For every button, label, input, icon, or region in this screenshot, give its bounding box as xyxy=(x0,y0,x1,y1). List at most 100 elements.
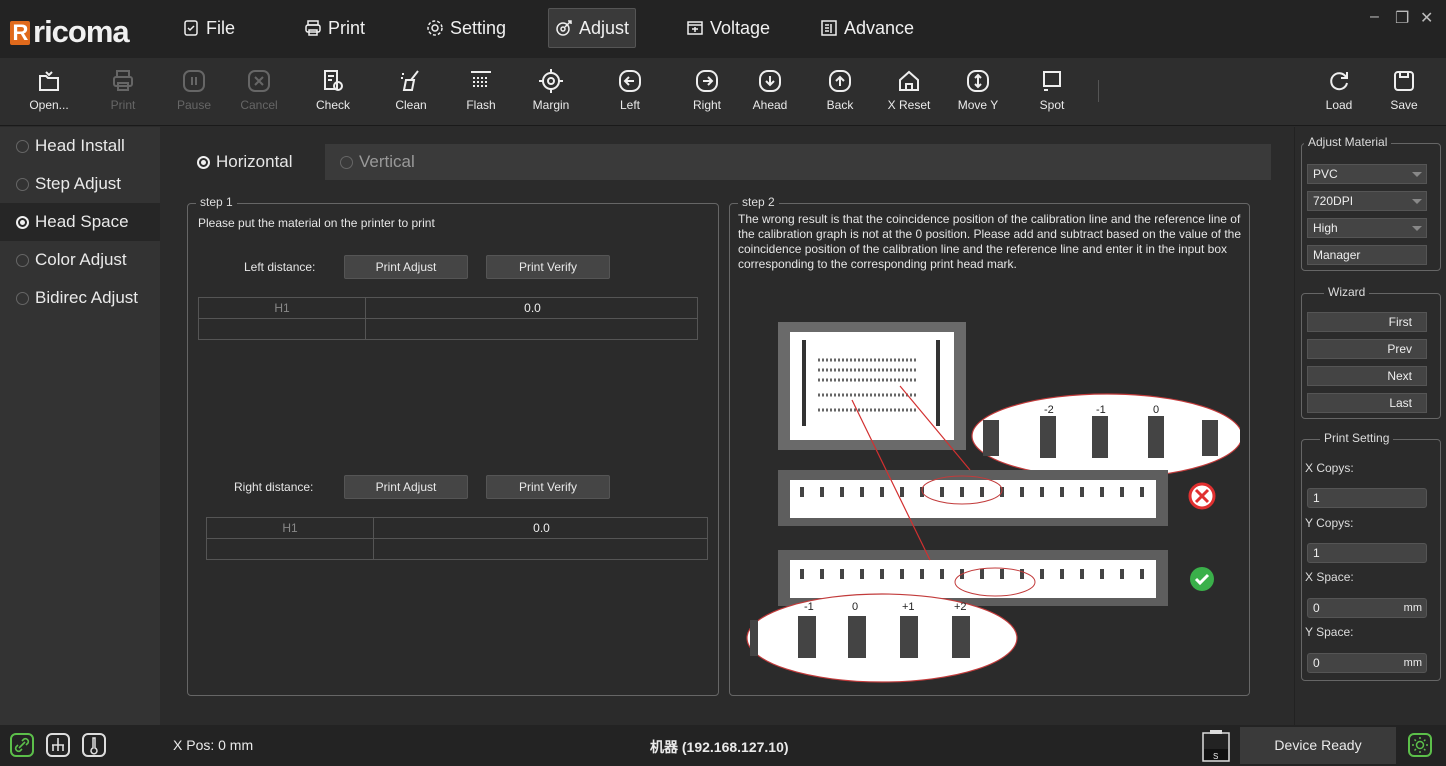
open-label: Open... xyxy=(29,98,69,112)
right-print-adjust-button[interactable]: Print Adjust xyxy=(344,475,468,499)
margin-label: Margin xyxy=(532,98,570,112)
arrow-right-icon xyxy=(696,70,718,92)
manager-button[interactable]: Manager xyxy=(1307,245,1427,265)
wizard-first-button[interactable]: First xyxy=(1307,312,1427,332)
check-button[interactable]: Check xyxy=(305,62,361,122)
gear-icon xyxy=(427,20,443,36)
left-print-adjust-button[interactable]: Print Adjust xyxy=(344,255,468,279)
minimize-button[interactable]: – xyxy=(1370,8,1379,26)
y-space-label: Y Space: xyxy=(1305,625,1354,639)
pause-button[interactable]: Pause xyxy=(166,62,222,122)
sidebar-item-label: Head Install xyxy=(35,136,125,155)
menu-print[interactable]: Print xyxy=(298,8,371,48)
step2-instructions: The wrong result is that the coincidence… xyxy=(738,212,1242,271)
step2-title: step 2 xyxy=(738,195,779,209)
app-logo: Rricoma xyxy=(10,14,130,50)
toolbar: Open... Print Pause Cancel Check Clean F… xyxy=(0,58,1446,126)
y-copys-value: 1 xyxy=(1313,546,1320,560)
y-space-value: 0 xyxy=(1313,656,1320,670)
sidebar-item-head-space[interactable]: Head Space xyxy=(0,203,160,241)
print-button[interactable]: Print xyxy=(95,62,151,122)
sun-status-icon[interactable] xyxy=(1408,733,1432,757)
table-row xyxy=(207,539,707,560)
save-button[interactable]: Save xyxy=(1376,62,1432,122)
zoom-bubble-bottom: -1 0 +1 +2 xyxy=(746,593,1018,683)
dpi-select[interactable]: 720DPI xyxy=(1307,191,1427,211)
x-space-unit: mm xyxy=(1403,602,1422,614)
tab-horizontal[interactable]: Horizontal xyxy=(185,144,325,180)
table-row: H1 0.0 xyxy=(199,298,697,319)
save-label: Save xyxy=(1390,98,1418,112)
left-print-verify-button[interactable]: Print Verify xyxy=(486,255,610,279)
wizard-next-button[interactable]: Next xyxy=(1307,366,1427,386)
wizard-prev-button[interactable]: Prev xyxy=(1307,339,1427,359)
table-row xyxy=(199,319,697,340)
link-icon[interactable] xyxy=(10,733,34,757)
calibration-strip-wrong xyxy=(778,470,1168,526)
sidebar: Head Install Step Adjust Head Space Colo… xyxy=(0,127,160,725)
clean-button[interactable]: Clean xyxy=(383,62,439,122)
menu-advance[interactable]: Advance xyxy=(814,8,920,48)
ok-check-icon xyxy=(1190,567,1214,591)
flash-label: Flash xyxy=(466,98,496,112)
sidebar-item-step-adjust[interactable]: Step Adjust xyxy=(0,165,160,203)
sidebar-item-bidirec-adjust[interactable]: Bidirec Adjust xyxy=(0,279,160,317)
x-copys-value: 1 xyxy=(1313,491,1320,505)
y-copys-input[interactable]: 1 xyxy=(1307,543,1427,563)
sidebar-item-label: Bidirec Adjust xyxy=(35,288,138,307)
tab-vertical-label: Vertical xyxy=(359,152,415,171)
open-button[interactable]: Open... xyxy=(21,62,77,122)
ahead-button[interactable]: Ahead xyxy=(742,62,798,122)
left-distance-label: Left distance: xyxy=(244,260,316,274)
ahead-label: Ahead xyxy=(752,98,788,112)
pause-icon xyxy=(183,70,205,92)
sidebar-item-color-adjust[interactable]: Color Adjust xyxy=(0,241,160,279)
scale-label: +1 xyxy=(902,601,915,613)
network-icon[interactable] xyxy=(46,733,70,757)
crosshair-icon xyxy=(539,69,563,93)
left-label: Left xyxy=(619,98,640,112)
x-copys-input[interactable]: 1 xyxy=(1307,488,1427,508)
material-select[interactable]: PVC xyxy=(1307,164,1427,184)
flash-button[interactable]: Flash xyxy=(453,62,509,122)
close-button[interactable]: ✕ xyxy=(1420,8,1433,28)
arrow-down-icon xyxy=(759,70,781,92)
move-y-button[interactable]: Move Y xyxy=(950,62,1006,122)
menu-setting[interactable]: Setting xyxy=(420,8,512,48)
margin-button[interactable]: Margin xyxy=(523,62,579,122)
clipboard-check-icon xyxy=(184,20,198,36)
advance-list-icon xyxy=(821,20,837,36)
menu-advance-label: Advance xyxy=(844,18,915,38)
wizard-last-button[interactable]: Last xyxy=(1307,393,1427,413)
load-button[interactable]: Load xyxy=(1311,62,1367,122)
home-icon xyxy=(899,70,919,91)
cancel-button[interactable]: Cancel xyxy=(231,62,287,122)
menu-file[interactable]: File xyxy=(176,8,241,48)
table-cell-empty xyxy=(207,539,374,560)
adjust-material-title: Adjust Material xyxy=(1304,135,1392,149)
chevron-down-icon xyxy=(1412,172,1422,177)
quality-select[interactable]: High xyxy=(1307,218,1427,238)
x-space-input[interactable]: 0 mm xyxy=(1307,598,1427,618)
sidebar-item-label: Step Adjust xyxy=(35,174,122,193)
x-space-value: 0 xyxy=(1313,601,1320,615)
spot-button[interactable]: Spot xyxy=(1024,62,1080,122)
right-print-verify-button[interactable]: Print Verify xyxy=(486,475,610,499)
y-space-input[interactable]: 0 mm xyxy=(1307,653,1427,673)
right-button[interactable]: Right xyxy=(679,62,735,122)
sidebar-item-head-install[interactable]: Head Install xyxy=(0,127,160,165)
toolbar-divider xyxy=(1098,80,1099,102)
menu-adjust[interactable]: Adjust xyxy=(548,8,637,48)
restore-button[interactable]: ❐ xyxy=(1395,8,1409,28)
right-distance-value[interactable]: 0.0 xyxy=(374,518,709,538)
menu-voltage[interactable]: Voltage xyxy=(680,8,776,48)
tab-vertical[interactable]: Vertical xyxy=(340,144,415,180)
left-button[interactable]: Left xyxy=(602,62,658,122)
cancel-label: Cancel xyxy=(240,98,278,112)
status-bar: X Pos: 0 mm 机器 (192.168.127.10) S Device… xyxy=(0,725,1446,766)
thermometer-icon[interactable] xyxy=(82,733,106,757)
x-reset-button[interactable]: X Reset xyxy=(881,62,937,122)
left-distance-value[interactable]: 0.0 xyxy=(366,298,699,318)
direction-tabs: Horizontal Vertical xyxy=(185,144,1271,180)
back-button[interactable]: Back xyxy=(812,62,868,122)
